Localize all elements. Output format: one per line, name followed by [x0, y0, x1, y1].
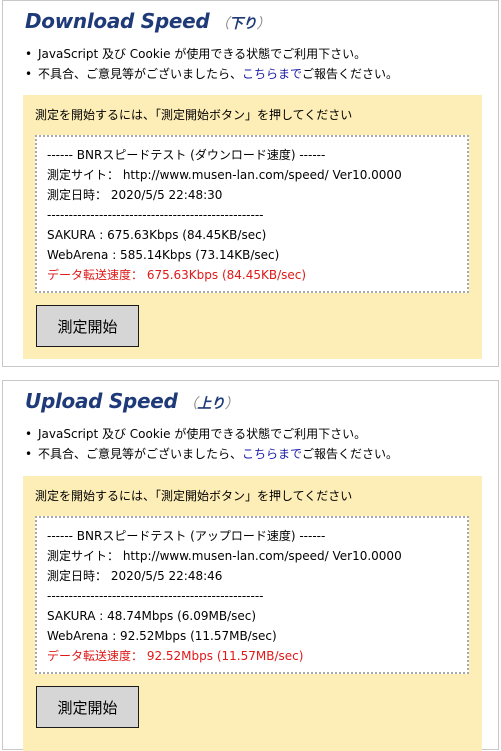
upload-subtitle: （上り） — [183, 396, 239, 412]
upload-result-transfer: データ転送速度： 92.52Mbps (11.57MB/sec) — [47, 649, 304, 663]
download-speed-panel: Download Speed （下り） JavaScript 及び Cookie … — [2, 0, 499, 367]
upload-result-site: 測定サイト： http://www.musen-lan.com/speed/ V… — [47, 549, 402, 563]
upload-contact-link[interactable]: こちらまで — [242, 447, 302, 461]
download-result-box: ------ BNRスピードテスト (ダウンロード速度) ------ 測定サイ… — [35, 135, 469, 293]
upload-speed-panel: Upload Speed （上り） JavaScript 及び Cookie が使… — [2, 380, 499, 751]
upload-result-header: ------ BNRスピードテスト (アップロード速度) ------ — [47, 529, 326, 543]
upload-notes-list: JavaScript 及び Cookie が使用できる状態でご利用下さい。 不具… — [25, 424, 398, 464]
download-note-item: JavaScript 及び Cookie が使用できる状態でご利用下さい。 — [25, 44, 398, 64]
download-title: Download Speed （下り） — [25, 9, 271, 33]
upload-start-button[interactable]: 測定開始 — [36, 686, 139, 728]
upload-title-text: Upload Speed — [25, 389, 178, 413]
download-note-item: 不具合、ご意見等がございましたら、こちらまでご報告ください。 — [25, 64, 398, 84]
download-start-button[interactable]: 測定開始 — [36, 305, 139, 347]
upload-note-item: 不具合、ご意見等がございましたら、こちらまでご報告ください。 — [25, 444, 398, 464]
upload-result-datetime: 測定日時： 2020/5/5 22:48:46 — [47, 569, 223, 583]
download-notes-list: JavaScript 及び Cookie が使用できる状態でご利用下さい。 不具… — [25, 44, 398, 84]
upload-result-box: ------ BNRスピードテスト (アップロード速度) ------ 測定サイ… — [35, 516, 469, 674]
download-result-datetime: 測定日時： 2020/5/5 22:48:30 — [47, 188, 223, 202]
download-result-sakura: SAKURA : 675.63Kbps (84.45KB/sec) — [47, 228, 267, 242]
download-contact-link[interactable]: こちらまで — [242, 67, 302, 81]
upload-test-area: 測定を開始するには、「測定開始ボタン」を押してください ------ BNRスピ… — [23, 476, 482, 751]
upload-instruction: 測定を開始するには、「測定開始ボタン」を押してください — [35, 489, 353, 503]
upload-result-separator: ----------------------------------------… — [47, 589, 264, 603]
download-title-text: Download Speed — [25, 9, 210, 33]
download-result-site: 測定サイト： http://www.musen-lan.com/speed/ V… — [47, 168, 402, 182]
download-test-area: 測定を開始するには、「測定開始ボタン」を押してください ------ BNRスピ… — [23, 95, 482, 359]
download-instruction: 測定を開始するには、「測定開始ボタン」を押してください — [35, 108, 353, 122]
upload-result-sakura: SAKURA : 48.74Mbps (6.09MB/sec) — [47, 609, 257, 623]
download-result-separator: ----------------------------------------… — [47, 208, 264, 222]
upload-result-webarena: WebArena : 92.52Mbps (11.57MB/sec) — [47, 629, 277, 643]
download-result-header: ------ BNRスピードテスト (ダウンロード速度) ------ — [47, 148, 326, 162]
download-result-transfer: データ転送速度： 675.63Kbps (84.45KB/sec) — [47, 268, 307, 282]
download-result-webarena: WebArena : 585.14Kbps (73.14KB/sec) — [47, 248, 280, 262]
download-subtitle: （下り） — [215, 16, 271, 32]
upload-note-item: JavaScript 及び Cookie が使用できる状態でご利用下さい。 — [25, 424, 398, 444]
upload-title: Upload Speed （上り） — [25, 389, 239, 413]
